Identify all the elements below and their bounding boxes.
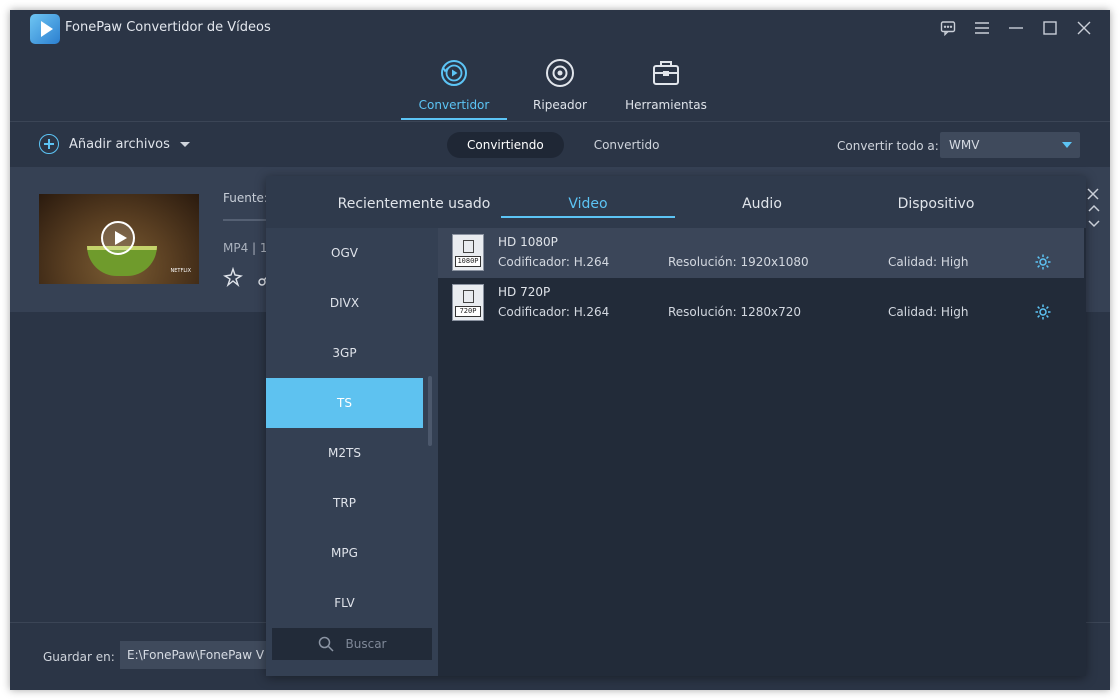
video-thumbnail[interactable]: NETFLIX: [39, 194, 199, 284]
window-controls: [938, 18, 1094, 38]
app-window: FonePaw Convertidor de Vídeos Convertido…: [10, 10, 1110, 690]
video-quality-badge-icon: 720P: [452, 284, 484, 321]
enhance-icon[interactable]: [223, 267, 243, 287]
maximize-icon[interactable]: [1040, 18, 1060, 38]
popup-close-icon[interactable]: [1086, 186, 1100, 200]
preset-row[interactable]: 1080P HD 1080P Codificador: H.264 Resolu…: [438, 228, 1084, 278]
file-source-label: Fuente:: [223, 191, 268, 205]
format-item-flv[interactable]: FLV: [266, 578, 423, 628]
chevron-down-icon[interactable]: [179, 141, 190, 147]
main-tabs: Convertidor Ripeador Herramientas: [401, 56, 719, 120]
format-search-placeholder: Buscar: [345, 637, 387, 651]
format-item-ts[interactable]: TS: [266, 378, 423, 428]
disc-icon: [546, 59, 574, 87]
preset-resolution: Resolución: 1920x1080: [668, 255, 809, 269]
tab-ripeador[interactable]: Ripeador: [507, 56, 613, 120]
feedback-icon[interactable]: [938, 18, 958, 38]
badge-resolution: 720P: [455, 306, 481, 317]
menu-icon[interactable]: [972, 18, 992, 38]
preset-encoder: Codificador: H.264: [498, 305, 610, 319]
format-popup: Recientemente usado Video Audio Disposit…: [266, 176, 1086, 676]
search-icon: [318, 636, 334, 652]
add-files-label: Añadir archivos: [69, 136, 170, 152]
preset-encoder: Codificador: H.264: [498, 255, 610, 269]
format-item-trp[interactable]: TRP: [266, 478, 423, 528]
tab-recientemente-usado[interactable]: Recientemente usado: [327, 176, 501, 228]
tab-convertido[interactable]: Convertido: [574, 132, 680, 158]
format-item-ogv[interactable]: OGV: [266, 228, 423, 278]
preset-resolution: Resolución: 1280x720: [668, 305, 801, 319]
convert-all-label: Convertir todo a:: [837, 139, 939, 153]
app-title: FonePaw Convertidor de Vídeos: [65, 20, 271, 35]
tab-dispositivo[interactable]: Dispositivo: [849, 176, 1023, 228]
film-icon: [463, 290, 474, 303]
play-icon[interactable]: [101, 221, 135, 255]
tab-convertidor[interactable]: Convertidor: [401, 56, 507, 120]
file-meta: MP4 | 1: [223, 241, 268, 255]
convert-icon: [441, 60, 467, 86]
conversion-status-switch: Convirtiendo Convertido: [447, 132, 679, 158]
preset-row[interactable]: 720P HD 720P Codificador: H.264 Resoluci…: [438, 278, 1084, 328]
format-item-divx[interactable]: DIVX: [266, 278, 423, 328]
minimize-icon[interactable]: [1006, 18, 1026, 38]
convert-all-select[interactable]: WMV: [940, 132, 1080, 158]
format-item-m2ts[interactable]: M2TS: [266, 428, 423, 478]
tab-herramientas-label: Herramientas: [625, 98, 707, 112]
app-logo-icon: [30, 14, 60, 44]
gear-icon[interactable]: [1034, 253, 1052, 271]
chevron-up-down-icon[interactable]: [1087, 203, 1101, 229]
format-list-scrollbar[interactable]: [428, 376, 432, 446]
video-quality-badge-icon: 1080P: [452, 234, 484, 271]
format-item-mpg[interactable]: MPG: [266, 528, 423, 578]
tab-convertidor-label: Convertidor: [418, 98, 490, 112]
preset-quality: Calidad: High: [888, 305, 969, 319]
toolbar: Añadir archivos Convirtiendo Convertido …: [10, 121, 1110, 167]
format-item-3gp[interactable]: 3GP: [266, 328, 423, 378]
tab-video[interactable]: Video: [501, 176, 675, 228]
gear-icon[interactable]: [1034, 303, 1052, 321]
tab-audio[interactable]: Audio: [675, 176, 849, 228]
save-location-label: Guardar en:: [43, 650, 115, 664]
toolbox-icon: [653, 61, 679, 85]
title-bar: FonePaw Convertidor de Vídeos Convertido…: [10, 10, 1110, 120]
preset-quality: Calidad: High: [888, 255, 969, 269]
convert-all-value: WMV: [949, 138, 980, 152]
thumbnail-watermark: NETFLIX: [170, 268, 191, 274]
format-list: OGV DIVX 3GP TS M2TS TRP MPG FLV Buscar: [266, 228, 438, 676]
preset-name: HD 1080P: [498, 235, 558, 249]
format-category-tabs: Recientemente usado Video Audio Disposit…: [266, 176, 1086, 228]
preset-name: HD 720P: [498, 285, 551, 299]
add-files-button[interactable]: Añadir archivos: [39, 134, 190, 154]
badge-resolution: 1080P: [455, 256, 481, 267]
preset-list: 1080P HD 1080P Codificador: H.264 Resolu…: [438, 228, 1086, 676]
format-search-input[interactable]: Buscar: [272, 628, 432, 660]
save-location-input[interactable]: E:\FonePaw\FonePaw V: [120, 641, 280, 669]
tab-ripeador-label: Ripeador: [533, 98, 587, 112]
add-circle-icon: [39, 134, 59, 154]
film-icon: [463, 240, 474, 253]
close-icon[interactable]: [1074, 18, 1094, 38]
tab-herramientas[interactable]: Herramientas: [613, 56, 719, 120]
chevron-down-icon: [1062, 142, 1072, 148]
tab-convirtiendo[interactable]: Convirtiendo: [447, 132, 564, 158]
